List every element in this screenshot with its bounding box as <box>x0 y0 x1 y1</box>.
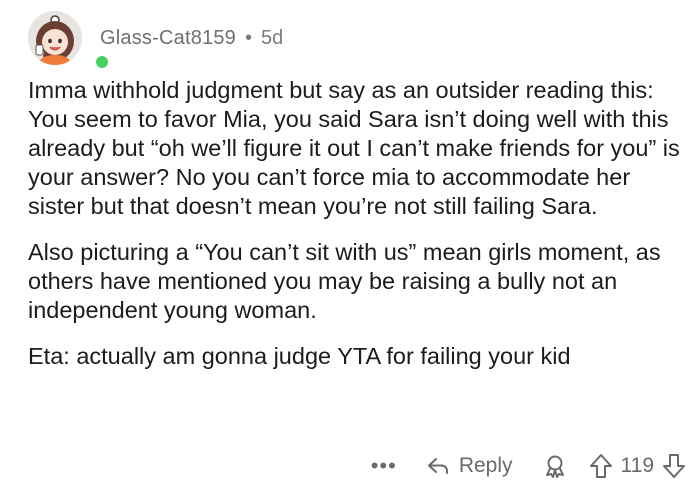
meta-separator: • <box>245 26 253 49</box>
online-status-dot <box>94 54 110 70</box>
vote-score: 119 <box>620 454 654 477</box>
award-icon <box>545 455 564 478</box>
comment-body: Imma withhold judgment but say as an out… <box>28 76 688 388</box>
comment-paragraph: Eta: actually am gonna judge YTA for fai… <box>28 343 571 369</box>
more-options-button[interactable]: ••• <box>371 455 397 477</box>
reply-button[interactable]: Reply <box>427 454 513 478</box>
comment-actions: ••• Reply 119 <box>371 448 686 484</box>
comment-age: 5d <box>261 26 284 49</box>
upvote-arrow-icon[interactable] <box>589 453 613 479</box>
comment-paragraph: Imma withhold judgment but say as an out… <box>28 77 680 219</box>
comment-header: Glass-Cat8159 • 5d <box>28 10 283 70</box>
comment: Glass-Cat8159 • 5d Imma withhold judgmen… <box>0 0 700 488</box>
vote-controls: 119 <box>589 453 686 479</box>
avatar[interactable] <box>28 11 82 65</box>
avatar-illustration <box>28 11 82 65</box>
reply-arrow-icon <box>427 458 448 474</box>
comment-paragraph: Also picturing a “You can’t sit with us”… <box>28 239 661 323</box>
more-icon: ••• <box>370 453 397 478</box>
reply-label: Reply <box>458 454 513 477</box>
username-link[interactable]: Glass-Cat8159 <box>100 27 236 50</box>
comment-meta: Glass-Cat8159 • 5d <box>100 27 283 50</box>
award-button[interactable] <box>543 454 567 478</box>
downvote-arrow-icon[interactable] <box>662 453 686 479</box>
